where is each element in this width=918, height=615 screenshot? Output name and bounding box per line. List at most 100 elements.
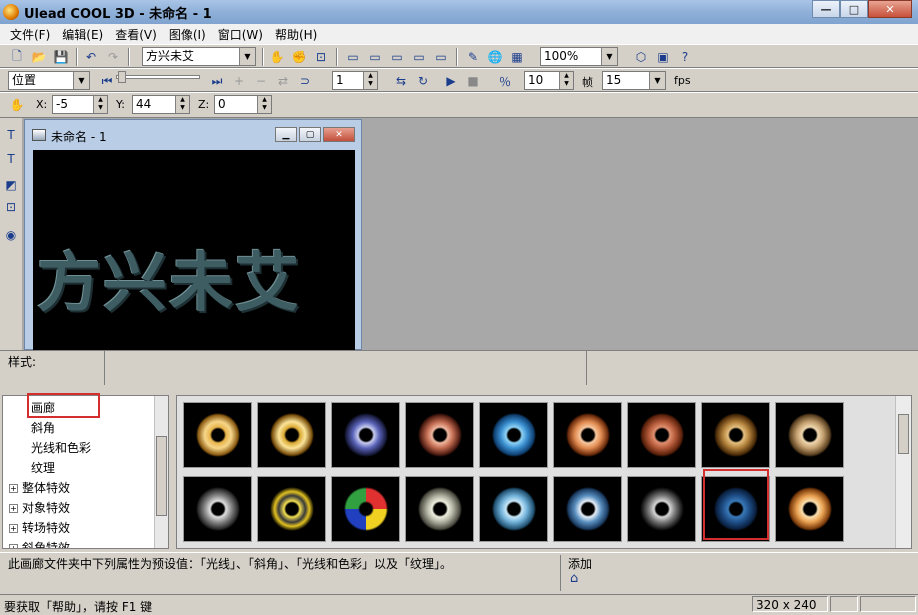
select-object-icon[interactable]: ⊡ [2,198,20,216]
last-frame-icon[interactable]: ⏭ [208,72,226,90]
preset-thumb[interactable] [701,402,770,468]
align-right-icon[interactable]: ▭ [432,48,450,66]
first-frame-icon[interactable]: ⏮ [98,72,116,90]
add-label: 添加 [568,557,593,571]
tree-item-texture[interactable]: 纹理 [31,458,55,478]
doc-maximize-button[interactable]: ▢ [299,127,321,142]
preset-thumb[interactable] [257,402,326,468]
preset-thumb[interactable] [183,402,252,468]
edit-text-icon[interactable]: T [2,150,20,168]
location-toolbar: ✋ X: -5 ▲ ▼ Y: 44 ▲ ▼ Z: 0 ▲ ▼ [0,92,918,118]
pan-hand-icon[interactable]: ✋ [268,48,286,66]
chart-window-icon[interactable]: ▦ [508,48,526,66]
menu-edit[interactable]: 编辑(E) [56,26,109,43]
preset-thumb[interactable] [479,402,548,468]
image-export-icon[interactable]: ▣ [654,48,672,66]
smooth-icon[interactable]: ％ [496,72,514,90]
tree-item-bevel-fx[interactable]: + 斜角特效 [9,538,70,548]
menu-view[interactable]: 查看(V) [109,26,163,43]
flip-keyframe-icon[interactable]: ⇄ [274,72,292,90]
rotate-hand-icon[interactable]: ✊ [290,48,308,66]
fps-select[interactable]: 15 ▼ [602,71,666,90]
menu-window[interactable]: 窗口(W) [212,26,269,43]
preset-gallery [176,395,912,549]
new-file-icon[interactable]: 🗋 [8,48,26,66]
preset-thumb[interactable] [331,402,400,468]
description-panel: 此画廊文件夹中下列属性为预设值：「光线」、「斜角」、「光线和色彩」以及「纹理」。… [0,552,918,594]
document-title-bar[interactable]: 未命名 - 1 ▁ ▢ ✕ [25,120,361,148]
minimize-button[interactable]: — [812,0,840,18]
move-hand-icon[interactable]: ✋ [8,96,26,114]
fps-label: fps [674,74,691,87]
preset-thumb[interactable] [479,476,548,542]
render-canvas[interactable]: 方兴未艾 [33,150,355,350]
timeline-thumb[interactable] [118,71,126,83]
preset-thumb[interactable] [627,476,696,542]
web-export-icon[interactable]: ⬡ [632,48,650,66]
insert-text-icon[interactable]: T [2,126,20,144]
globe-icon[interactable]: 🌐 [486,48,504,66]
stop-icon[interactable]: ■ [464,72,482,90]
3d-text-object[interactable]: 方兴未艾 [37,232,301,324]
y-position-input[interactable]: 44 ▲ ▼ [132,95,190,114]
animation-toolbar: 位置 ▼ ⏮ ⏭ + − ⇄ ⊃ 1 ▲ ▼ ⇆ ↻ ▶ ■ ％ 10 ▲ ▼ 帧 15 ▼… [0,68,918,92]
timeline-slider[interactable] [116,75,200,79]
undo-icon[interactable]: ↶ [82,48,100,66]
doc-close-button[interactable]: ✕ [323,127,355,142]
context-help-icon[interactable]: ? [676,48,694,66]
insert-shape-icon[interactable]: ◩ [2,176,20,194]
tree-item-global-fx[interactable]: + 整体特效 [9,478,70,498]
canvas-size-text: 320 x 240 [756,598,817,612]
tree-item-bevel[interactable]: 斜角 [31,418,55,438]
align-middle-icon[interactable]: ▭ [366,48,384,66]
preset-thumb[interactable] [627,402,696,468]
preset-thumb[interactable] [405,402,474,468]
reverse-icon[interactable]: ⊃ [296,72,314,90]
font-select[interactable]: 方兴未艾 ▼ [142,47,256,66]
align-top-icon[interactable]: ▭ [344,48,362,66]
zoom-select[interactable]: 100% ▼ [540,47,618,66]
maximize-button[interactable]: □ [840,0,868,18]
preset-thumb[interactable] [331,476,400,542]
delete-keyframe-icon[interactable]: − [252,72,270,90]
tree-item-light-color[interactable]: 光线和色彩 [31,438,91,458]
save-icon[interactable]: 💾 [52,48,70,66]
z-position-input[interactable]: 0 ▲ ▼ [214,95,272,114]
preset-thumb[interactable] [553,476,622,542]
menu-file[interactable]: 文件(F) [4,26,56,43]
align-left-icon[interactable]: ▭ [410,48,428,66]
paint-icon[interactable]: ✎ [464,48,482,66]
z-label: Z: [198,98,210,111]
total-frames-input[interactable]: 10 ▲ ▼ [524,71,574,90]
add-keyframe-icon[interactable]: + [230,72,248,90]
close-button[interactable]: ✕ [868,0,912,18]
play-icon[interactable]: ▶ [442,72,460,90]
preset-thumb[interactable] [257,476,326,542]
add-to-gallery-icon[interactable]: ⌂ [570,571,586,587]
menu-help[interactable]: 帮助(H) [269,26,323,43]
preset-thumb[interactable] [775,476,844,542]
gallery-scrollbar[interactable] [895,396,911,548]
attribute-select[interactable]: 位置 ▼ [8,71,90,90]
preset-thumb[interactable] [553,402,622,468]
tree-item-transition-fx[interactable]: + 转场特效 [9,518,70,538]
preset-thumb[interactable] [405,476,474,542]
preset-thumb[interactable] [183,476,252,542]
tree-item-object-fx[interactable]: + 对象特效 [9,498,70,518]
redo-icon[interactable]: ↷ [104,48,122,66]
doc-minimize-button[interactable]: ▁ [275,127,297,142]
object-toolbar: T T ◩ ⊡ ◉ [0,118,22,350]
frame-number-input[interactable]: 1 ▲ ▼ [332,71,378,90]
document-window: 未命名 - 1 ▁ ▢ ✕ 方兴未艾 [24,119,362,350]
repeat-icon[interactable]: ↻ [414,72,432,90]
tree-scrollbar[interactable] [154,396,168,548]
open-folder-icon[interactable]: 📂 [30,48,48,66]
title-bar: Ulead COOL 3D - 未命名 - 1 — □ ✕ [0,0,918,24]
fit-object-icon[interactable]: ⊡ [312,48,330,66]
geometry-icon[interactable]: ◉ [2,226,20,244]
align-bottom-icon[interactable]: ▭ [388,48,406,66]
loop-icon[interactable]: ⇆ [392,72,410,90]
preset-thumb[interactable] [775,402,844,468]
x-position-input[interactable]: -5 ▲ ▼ [52,95,108,114]
menu-image[interactable]: 图像(I) [163,26,212,43]
